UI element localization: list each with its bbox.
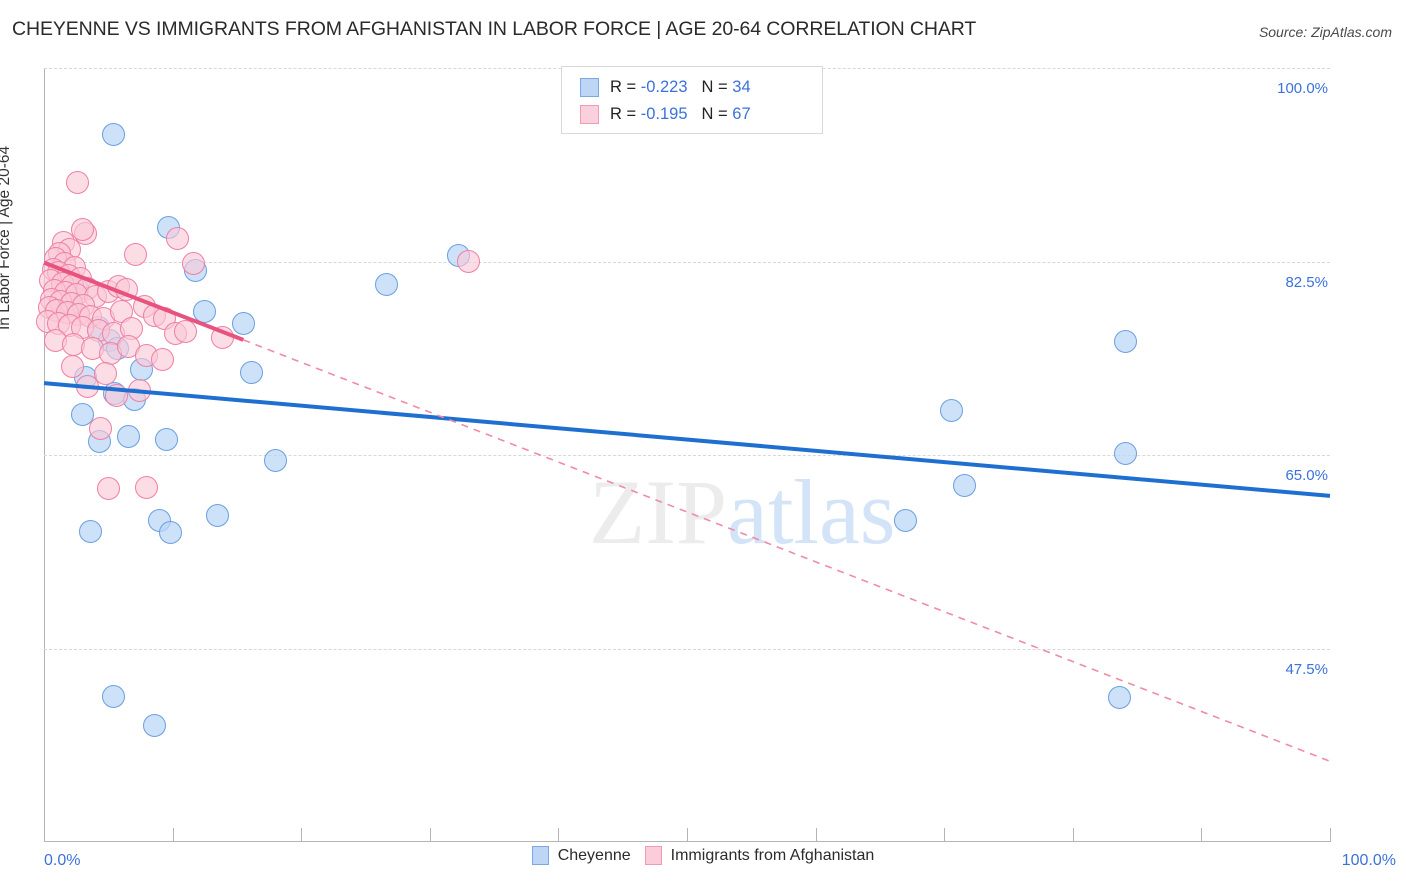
y-axis-title: In Labor Force | Age 20-64 xyxy=(0,145,13,330)
r-label-afghanistan: R = xyxy=(610,105,637,123)
series-legend-item-cheyenne[interactable]: Cheyenne xyxy=(531,846,631,865)
source-attribution: Source: ZipAtlas.com xyxy=(1258,24,1392,40)
correlation-text-afghanistan: R = -0.195 N = 67 xyxy=(610,105,751,124)
trend-lines xyxy=(43,260,1331,763)
page-title: CHEYENNE VS IMMIGRANTS FROM AFGHANISTAN … xyxy=(12,18,977,40)
y-axis-tick-label: 65.0% xyxy=(1285,467,1328,484)
y-axis-tick-label: 100.0% xyxy=(1277,80,1328,97)
trend-line-afghanistan-extension xyxy=(243,339,1331,763)
series-legend-item-afghanistan[interactable]: Immigrants from Afghanistan xyxy=(644,846,875,865)
correlation-legend-row: R = -0.195 N = 67 xyxy=(580,101,822,128)
x-axis-tick xyxy=(1330,828,1331,842)
series-label-cheyenne: Cheyenne xyxy=(557,846,631,864)
plot-area: ZIPatlas 100.0% 82.5% 65.0% 47.5% xyxy=(36,68,1331,842)
y-axis-tick-label: 47.5% xyxy=(1285,660,1328,678)
r-value-cheyenne: -0.223 xyxy=(640,78,688,96)
correlation-legend-row: R = -0.223 N = 34 xyxy=(580,74,822,101)
trend-line-afghanistan xyxy=(43,260,245,342)
trend-line-cheyenne xyxy=(43,381,1331,498)
r-value-afghanistan: -0.195 xyxy=(640,105,688,123)
correlation-legend: R = -0.223 N = 34 R = -0.195 N = 67 xyxy=(561,66,823,134)
y-axis-tick-label: 82.5% xyxy=(1285,273,1328,291)
series-label-afghanistan: Immigrants from Afghanistan xyxy=(670,846,875,864)
n-label-cheyenne: N = xyxy=(701,78,728,96)
legend-swatch-cheyenne xyxy=(580,78,599,97)
series-swatch-afghanistan xyxy=(644,846,662,865)
r-label-cheyenne: R = xyxy=(610,78,637,96)
correlation-text-cheyenne: R = -0.223 N = 34 xyxy=(610,78,751,97)
series-swatch-cheyenne xyxy=(531,846,549,865)
n-value-afghanistan: 67 xyxy=(732,105,751,123)
legend-swatch-afghanistan xyxy=(580,105,599,124)
n-value-cheyenne: 34 xyxy=(732,78,751,96)
n-label-afghanistan: N = xyxy=(701,105,728,123)
series-legend: Cheyenne Immigrants from Afghanistan xyxy=(0,846,1406,865)
